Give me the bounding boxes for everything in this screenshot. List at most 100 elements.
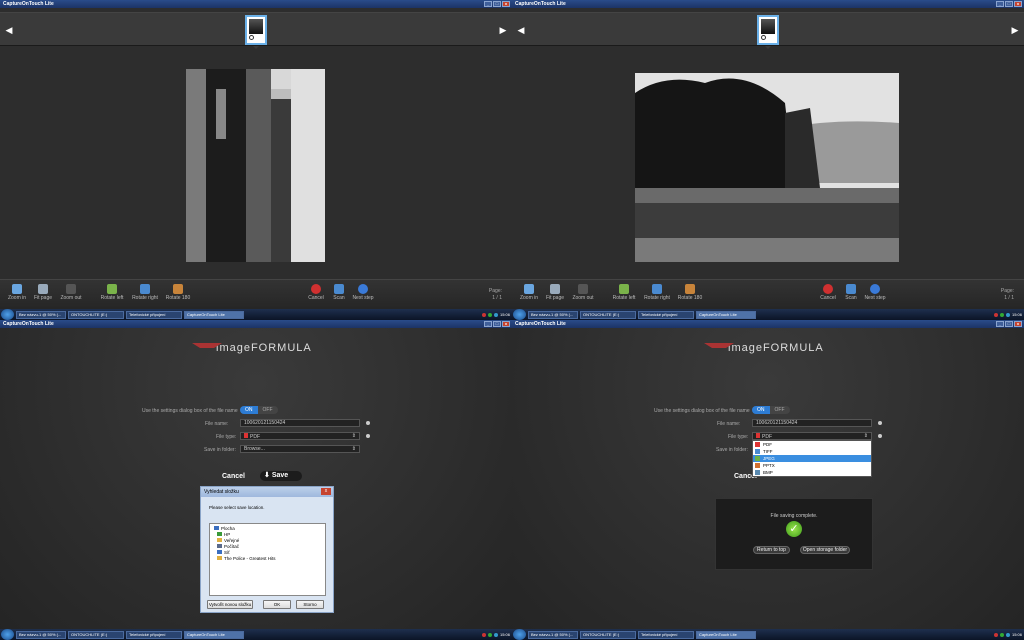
prev-arrow-icon[interactable]: ◀ [516,23,526,37]
taskbar: start Bez názvu-1 @ 50% (... ONTOUCHLITE… [512,309,1024,320]
info-icon[interactable] [366,434,370,438]
taskbar: start Bez názvu-1 @ 50% (... ONTOUCHLITE… [0,309,512,320]
maximize-button[interactable]: □ [493,1,501,7]
close-icon[interactable]: x [321,488,331,495]
settings-toggle[interactable]: ON OFF [752,406,790,414]
ok-button[interactable]: OK [263,600,291,609]
file-type-label: File type: [216,434,237,440]
filetype-option-selected[interactable]: JPEG [753,455,871,462]
page-indicator: Page: 1 / 1 [1000,288,1014,301]
taskbar-item[interactable]: Telefonické připojení [638,310,694,319]
start-button[interactable]: start [1,309,14,320]
scan-icon [846,284,856,294]
thumbnail[interactable] [757,15,779,45]
folder-tree[interactable]: Plocha HP Veřejné Počítač Síť The Police… [209,523,326,596]
taskbar-item[interactable]: Telefonické připojení [126,630,182,639]
rotate-right-icon [140,284,150,294]
zoom-out-button[interactable]: Zoom out [56,284,86,301]
taskbar-item[interactable]: Telefonické připojení [126,310,182,319]
logo-icon [190,343,222,353]
info-icon[interactable] [366,421,370,425]
rotate-left-button[interactable]: Rotate left [609,284,639,301]
filetype-option[interactable]: BMP [753,469,871,476]
file-name-field[interactable]: 100620121150424 [752,419,872,427]
filetype-option[interactable]: PPTX [753,462,871,469]
minimize-button[interactable]: _ [996,321,1004,327]
file-name-field[interactable]: 100620121150424 [240,419,360,427]
zoom-out-button[interactable]: Zoom out [568,284,598,301]
save-folder-select[interactable]: Browse... ⇕ [240,445,360,453]
taskbar-item[interactable]: ONTOUCHLITE (E:) [580,630,636,639]
checkmark-icon: ✓ [786,521,802,537]
taskbar-item[interactable]: CaptureOnTouch Lite [696,630,756,639]
viewer-window-right: CaptureOnTouch Lite _ □ x ◀ ▶ Zoom in Fit … [512,0,1024,320]
taskbar-item[interactable]: Telefonické připojení [638,630,694,639]
save-button[interactable]: ⬇ Save [260,471,303,481]
next-arrow-icon[interactable]: ▶ [498,23,508,37]
rotate-right-button[interactable]: Rotate right [130,284,160,301]
rotate-180-button[interactable]: Rotate 180 [163,284,193,301]
next-step-button[interactable]: Next step [348,284,378,301]
taskbar-item[interactable]: CaptureOnTouch Lite [696,310,756,319]
folder-icon [217,538,222,542]
taskbar-item[interactable]: ONTOUCHLITE (E:) [68,630,124,639]
settings-toggle[interactable]: ON OFF [240,406,278,414]
file-type-select[interactable]: PDF ⇕ [752,432,872,440]
rotate-left-button[interactable]: Rotate left [97,284,127,301]
next-step-button[interactable]: Next step [860,284,890,301]
tree-item[interactable]: The Police - Greatest Hits [210,556,325,562]
taskbar-item[interactable]: Bez názvu-1 @ 50% (... [528,310,578,319]
rotate-right-button[interactable]: Rotate right [642,284,672,301]
minimize-button[interactable]: _ [484,1,492,7]
filetype-option[interactable]: PDF [753,441,871,448]
taskbar-item[interactable]: Bez názvu-1 @ 50% (... [16,310,66,319]
maximize-button[interactable]: □ [1005,321,1013,327]
system-tray: 15:06 [993,630,1022,639]
close-button[interactable]: x [1014,1,1022,7]
fit-page-button[interactable]: Fit page [540,284,570,301]
file-type-dropdown[interactable]: PDF TIFF JPEG PPTX BMP [752,440,872,477]
minimize-button[interactable]: _ [996,1,1004,7]
taskbar-item[interactable]: CaptureOnTouch Lite [184,310,244,319]
filetype-option[interactable]: TIFF [753,448,871,455]
close-button[interactable]: x [502,1,510,7]
pdf-icon [756,433,760,438]
close-button[interactable]: x [1014,321,1022,327]
maximize-button[interactable]: □ [1005,1,1013,7]
next-arrow-icon[interactable]: ▶ [1010,23,1020,37]
minimize-button[interactable]: _ [484,321,492,327]
taskbar-item[interactable]: Bez názvu-1 @ 50% (... [16,630,66,639]
new-folder-button[interactable]: Vytvořit novou složku [207,600,253,609]
taskbar-item[interactable]: Bez názvu-1 @ 50% (... [528,630,578,639]
imageformula-logo: imageFORMULA [702,341,842,355]
pdf-icon [755,442,760,447]
dialog-title: Vyhledat složku [201,487,333,497]
maximize-button[interactable]: □ [493,321,501,327]
start-button[interactable]: start [513,629,526,640]
open-folder-button[interactable]: Open storage folder [800,546,850,554]
jpeg-icon [755,456,760,461]
rotate-180-icon [173,284,183,294]
return-to-top-button[interactable]: Return to top [753,546,790,554]
taskbar-item[interactable]: ONTOUCHLITE (E:) [580,310,636,319]
taskbar-item[interactable]: ONTOUCHLITE (E:) [68,310,124,319]
system-tray: 15:06 [481,310,510,319]
start-button[interactable]: start [513,309,526,320]
chevron-down-icon: ⇕ [863,433,868,439]
system-tray: 15:06 [993,310,1022,319]
start-button[interactable]: start [1,629,14,640]
prev-arrow-icon[interactable]: ◀ [4,23,14,37]
imageformula-logo: imageFORMULA [190,341,330,355]
info-icon[interactable] [878,421,882,425]
rotate-left-icon [619,284,629,294]
next-step-icon [870,284,880,294]
fit-page-button[interactable]: Fit page [28,284,58,301]
taskbar-item[interactable]: CaptureOnTouch Lite [184,630,244,639]
close-button[interactable]: x [502,321,510,327]
cancel-button[interactable]: Cancel [222,472,245,482]
thumbnail[interactable] [245,15,267,45]
rotate-180-button[interactable]: Rotate 180 [675,284,705,301]
file-type-select[interactable]: PDF ⇕ [240,432,360,440]
dialog-cancel-button[interactable]: Storno [296,600,324,609]
info-icon[interactable] [878,434,882,438]
